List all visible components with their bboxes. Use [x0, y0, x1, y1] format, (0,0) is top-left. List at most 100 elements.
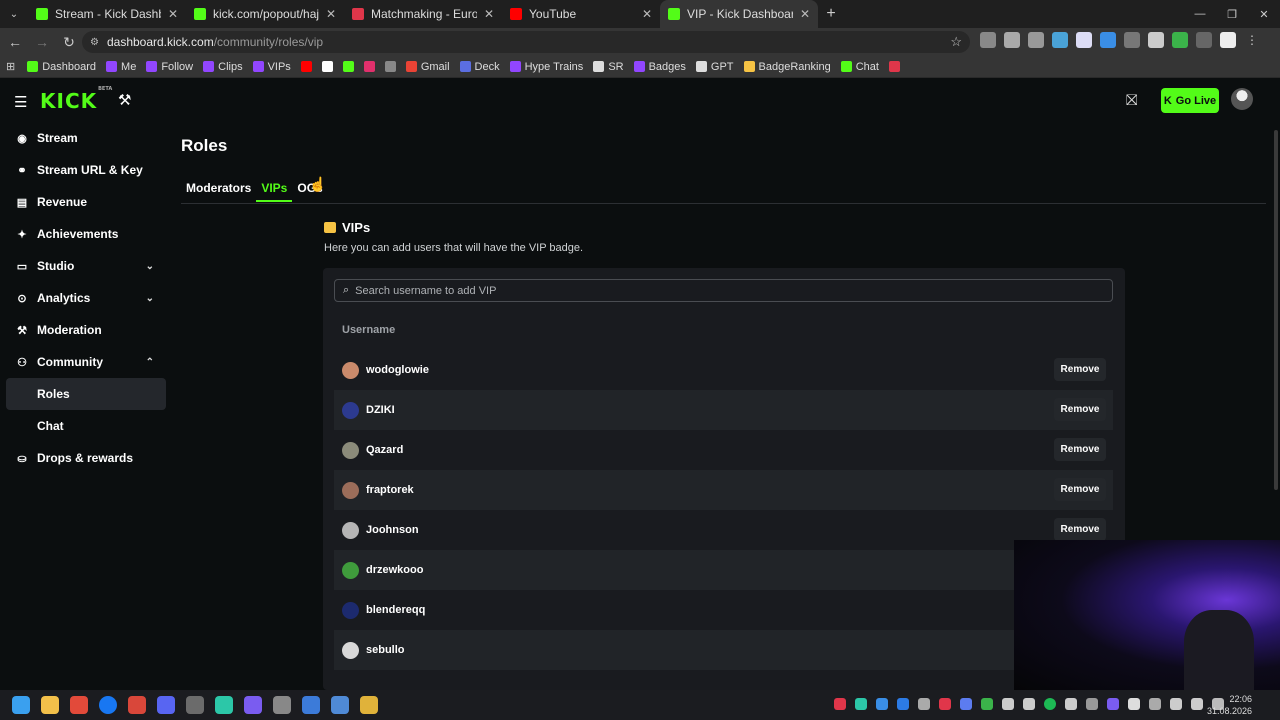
bookmark-item[interactable]: Dashboard [27, 61, 96, 73]
file-explorer-icon[interactable] [41, 696, 59, 714]
sidebar-item-revenue[interactable]: ▤ Revenue [6, 186, 166, 218]
facebook-icon[interactable] [99, 696, 117, 714]
tray-icon[interactable] [939, 698, 951, 710]
sidebar-item-chat[interactable]: Chat [6, 410, 166, 442]
username[interactable]: Qazard [366, 444, 403, 456]
extension-icon[interactable] [1124, 32, 1140, 48]
extensions-puzzle-icon[interactable] [1196, 32, 1212, 48]
app-icon[interactable] [331, 696, 349, 714]
bookmark-item[interactable]: BadgeRanking [743, 61, 831, 73]
hamburger-menu-icon[interactable]: ☰ [14, 93, 27, 111]
extension-icon[interactable] [1004, 32, 1020, 48]
chrome-icon[interactable] [70, 696, 88, 714]
sidebar-item-roles[interactable]: Roles [6, 378, 166, 410]
go-live-button[interactable]: K Go Live [1161, 88, 1219, 113]
browser-menu-icon[interactable]: ⋮ [1244, 32, 1260, 48]
extension-icon[interactable] [1052, 32, 1068, 48]
tray-icon[interactable] [1107, 698, 1119, 710]
tray-icon[interactable] [1002, 698, 1014, 710]
extension-icon[interactable] [1148, 32, 1164, 48]
tray-icon[interactable] [1023, 698, 1035, 710]
bookmark-item[interactable]: Me [106, 61, 136, 73]
clock[interactable]: 22:06 31.08.2026 [1207, 693, 1252, 717]
bookmark-star-icon[interactable]: ☆ [950, 34, 962, 50]
remove-button[interactable]: Remove [1054, 358, 1106, 381]
extension-icon[interactable] [1172, 32, 1188, 48]
remove-button[interactable]: Remove [1054, 398, 1106, 421]
browser-tab[interactable]: kick.com/popout/hajdook/chat ✕ [186, 0, 344, 28]
username[interactable]: fraptorek [366, 484, 414, 496]
tray-icon[interactable] [1086, 698, 1098, 710]
drops-gift-icon[interactable]: ⛝ [1126, 92, 1137, 109]
bookmark-item[interactable] [363, 61, 375, 72]
extension-icon[interactable] [1100, 32, 1116, 48]
sidebar-item-analytics[interactable]: ⊙ Analytics ⌄ [6, 282, 166, 314]
bookmark-item[interactable]: GPT [695, 61, 734, 73]
username[interactable]: Joohnson [366, 524, 419, 536]
sidebar-item-moderation[interactable]: ⚒ Moderation [6, 314, 166, 346]
sidebar-item-drops-rewards[interactable]: ⛀ Drops & rewards [6, 442, 166, 474]
username[interactable]: wodoglowie [366, 364, 429, 376]
extension-icon[interactable] [980, 32, 996, 48]
sidebar-item-stream[interactable]: ◉ Stream [6, 122, 166, 154]
bookmark-item[interactable] [300, 61, 312, 72]
microphone-icon[interactable] [1170, 698, 1182, 710]
close-window-icon[interactable]: ✕ [1248, 0, 1280, 28]
username[interactable]: DZIKI [366, 404, 395, 416]
tray-icon[interactable] [834, 698, 846, 710]
remove-button[interactable]: Remove [1054, 438, 1106, 461]
bookmark-item[interactable]: SR [593, 61, 624, 73]
chevron-up-icon[interactable]: ⌃ [146, 357, 154, 368]
restore-icon[interactable]: ❐ [1216, 0, 1248, 28]
bookmark-item[interactable]: VIPs [252, 61, 291, 73]
extension-icon[interactable] [1028, 32, 1044, 48]
bookmark-item[interactable] [321, 61, 333, 72]
volume-icon[interactable] [1191, 698, 1203, 710]
tray-icon[interactable] [960, 698, 972, 710]
chrome-profile-icon[interactable] [360, 696, 378, 714]
tray-icon[interactable] [876, 698, 888, 710]
app-icon[interactable] [186, 696, 204, 714]
tab-moderators[interactable]: Moderators [181, 178, 256, 202]
remove-button[interactable]: Remove [1054, 518, 1106, 541]
bookmark-item[interactable]: Hype Trains [509, 61, 583, 73]
bookmark-item[interactable] [384, 61, 396, 72]
profile-icon[interactable] [1220, 32, 1236, 48]
tray-icon[interactable] [1128, 698, 1140, 710]
user-avatar[interactable] [1231, 88, 1253, 110]
tab-vips[interactable]: VIPs [256, 178, 293, 202]
tray-icon[interactable] [897, 698, 909, 710]
tab-close-icon[interactable]: ✕ [484, 7, 494, 21]
browser-tab[interactable]: Matchmaking - Europe 5v5 Qu ✕ [344, 0, 502, 28]
browser-tab[interactable]: Stream - Kick Dashboard ✕ [28, 0, 186, 28]
username[interactable]: sebullo [366, 644, 405, 656]
tab-close-icon[interactable]: ✕ [800, 7, 810, 21]
search-vip-input[interactable]: ⌕ Search username to add VIP [334, 279, 1113, 302]
bookmark-item[interactable]: Chat [840, 61, 879, 73]
tab-close-icon[interactable]: ✕ [168, 7, 178, 21]
tab-close-icon[interactable]: ✕ [642, 7, 652, 21]
app-icon[interactable] [244, 696, 262, 714]
remove-button[interactable]: Remove [1054, 478, 1106, 501]
app-icon[interactable] [215, 696, 233, 714]
app-icon[interactable] [302, 696, 320, 714]
creator-tools-icon[interactable]: ⚒ [118, 91, 131, 109]
reload-icon[interactable]: ↻ [57, 30, 81, 54]
extension-icon[interactable] [1076, 32, 1092, 48]
forward-icon[interactable]: → [30, 30, 54, 54]
bookmark-item[interactable] [888, 61, 900, 72]
browser-tab[interactable]: YouTube ✕ [502, 0, 660, 28]
site-info-icon[interactable]: ⚙ [90, 37, 99, 48]
bookmark-item[interactable]: Deck [459, 61, 500, 73]
sidebar-item-achievements[interactable]: ✦ Achievements [6, 218, 166, 250]
bookmark-item[interactable]: Clips [203, 61, 243, 73]
username[interactable]: blendereqq [366, 604, 425, 616]
app-icon[interactable] [273, 696, 291, 714]
kick-logo[interactable]: KICKBETA [40, 86, 112, 113]
username[interactable]: drzewkooo [366, 564, 423, 576]
tab-close-icon[interactable]: ✕ [326, 7, 336, 21]
browser-tab[interactable]: VIP - Kick Dashboard ✕ [660, 0, 818, 28]
apps-grid-icon[interactable]: ⊞ [6, 60, 15, 73]
bookmark-item[interactable]: Badges [633, 61, 686, 73]
tab-search-chevron-icon[interactable]: ⌄ [0, 0, 28, 28]
